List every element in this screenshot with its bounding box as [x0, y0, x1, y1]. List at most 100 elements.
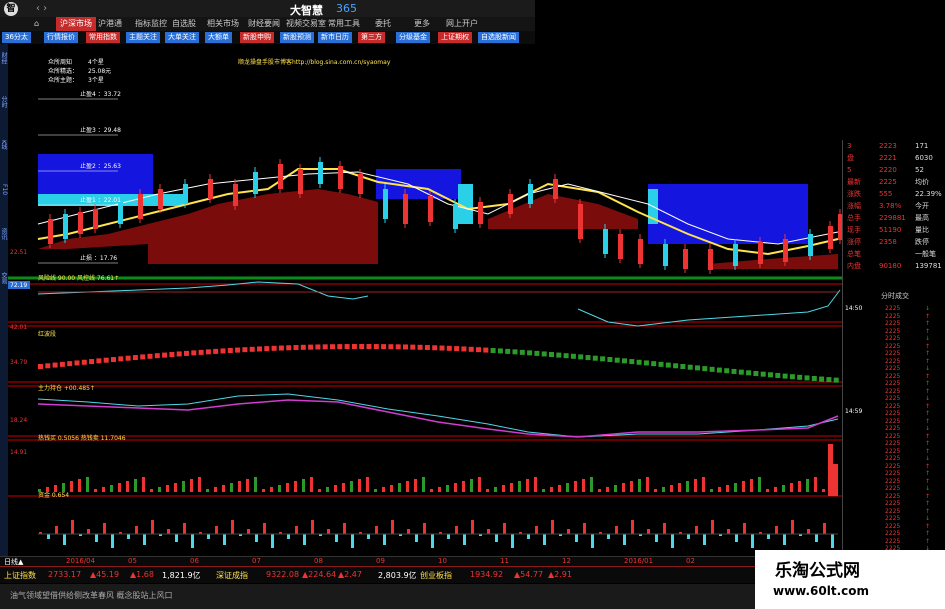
volume-bar — [174, 483, 177, 492]
quote-label: 内盘 — [847, 262, 861, 270]
candle — [663, 244, 668, 266]
tick-time: 14:59 — [845, 408, 863, 415]
flow-bar — [815, 534, 818, 542]
volume-bar — [134, 479, 137, 492]
side-tab[interactable]: 分时 — [0, 96, 8, 108]
menu-item[interactable]: 指标监控 — [131, 17, 171, 31]
toolbar-button[interactable]: 大单关注 — [165, 32, 199, 43]
wave-dot — [527, 350, 533, 356]
wave-dot — [636, 359, 642, 365]
volume-bar — [222, 485, 225, 492]
back-forward-buttons[interactable]: ‹ › — [36, 3, 47, 14]
stop-level-label: 止损 ：17.76 — [80, 254, 117, 262]
side-tab[interactable]: 交易 — [0, 272, 8, 284]
toolbar-button[interactable]: 自选股新闻 — [478, 32, 519, 43]
menu-item[interactable]: 沪港通 — [94, 17, 126, 31]
status-bar: 油气领域望借供给侧改革春风 概念股站上风口 — [0, 584, 755, 609]
volume-bar — [286, 483, 289, 492]
toolbar-button[interactable]: 36分太 — [2, 32, 31, 43]
menu-item[interactable]: 视频交易室 — [282, 17, 330, 31]
toolbar-button[interactable]: 第三方 — [358, 32, 385, 43]
toolbar-button[interactable]: 主题关注 — [126, 32, 160, 43]
stock-chart[interactable]: 众所周知 4个星众所精选： 25.08元众所主题： 3个星 顺龙操盘手股市博客http:… — [8, 44, 845, 556]
wave-dot — [702, 366, 708, 372]
candle — [453, 204, 458, 229]
volume-bar — [262, 489, 265, 492]
axis-label: 34.79 — [10, 359, 27, 366]
flow-bar — [71, 520, 74, 534]
quote-row: 总手 229881 最高 — [845, 212, 945, 224]
index-item: 9322.08 — [266, 570, 300, 579]
side-tab[interactable]: F10 — [0, 184, 8, 195]
toolbar-button[interactable]: 大额单 — [205, 32, 232, 43]
toolbar-button[interactable]: 分级基金 — [396, 32, 430, 43]
candle — [403, 194, 408, 224]
flow-bar — [367, 534, 370, 539]
volume-bar — [334, 485, 337, 492]
wave-dot — [264, 346, 270, 352]
volume-bar — [366, 477, 369, 492]
flow-bar — [687, 534, 690, 539]
quote-row: 现手 51190 量比 — [845, 224, 945, 236]
flow-bar — [783, 534, 786, 545]
menu-item[interactable]: 沪深市场 — [56, 17, 96, 31]
flow-bar — [111, 534, 114, 548]
volume-bar — [358, 479, 361, 492]
flow-bar — [631, 520, 634, 534]
flow-bar — [511, 534, 514, 548]
volume-bar — [742, 481, 745, 492]
time-label: 05 — [128, 557, 137, 565]
toolbar-button[interactable]: 上证期权 — [438, 32, 472, 43]
wave-dot — [461, 346, 467, 352]
side-tab[interactable]: K线 — [0, 140, 8, 150]
side-tab[interactable]: 财经 — [0, 52, 8, 64]
toolbar-button[interactable]: 常用指数 — [86, 32, 120, 43]
news-ticker[interactable]: 油气领域望借供给侧改革春风 概念股站上风口 — [10, 590, 173, 601]
flow-bar — [343, 523, 346, 534]
wave-dot — [337, 344, 343, 350]
side-tab[interactable]: 资讯 — [0, 228, 8, 240]
quote-row: 最新 2225 均价 — [845, 176, 945, 188]
wave-dot — [213, 348, 219, 354]
flow-bar — [695, 526, 698, 534]
menu-item[interactable]: ⌂ — [30, 17, 43, 31]
wave-dot — [833, 377, 839, 383]
wave-dot — [665, 362, 671, 368]
wave-dot — [205, 349, 211, 355]
volume-bar — [110, 485, 113, 492]
menu-item[interactable]: 更多 — [410, 17, 434, 31]
wave-dot — [614, 357, 620, 363]
index-item: 上证指数 — [4, 571, 36, 580]
volume-bar — [342, 483, 345, 492]
menu-item[interactable]: 网上开户 — [442, 17, 482, 31]
flow-bar — [543, 534, 546, 545]
wave-dot — [359, 344, 365, 349]
volume-bar — [374, 489, 377, 492]
toolbar-button[interactable]: 新股预测 — [280, 32, 314, 43]
volume-bar — [566, 483, 569, 492]
wave-dot — [344, 344, 350, 350]
toolbar-button[interactable]: 新市日历 — [318, 32, 352, 43]
toolbar-button[interactable]: 新股申购 — [240, 32, 274, 43]
wave-dot — [395, 344, 401, 350]
wave-dot — [724, 368, 730, 374]
menu-item[interactable]: 常用工具 — [324, 17, 364, 31]
toolbar-button[interactable]: 行情报价 — [44, 32, 78, 43]
index-item: ▲2.91 — [548, 570, 572, 579]
menu-item[interactable]: 委托 — [371, 17, 395, 31]
wave-dot — [819, 376, 825, 382]
wave-dot — [512, 349, 518, 355]
quote-extra: 量比 — [915, 226, 929, 234]
flow-bar — [735, 534, 738, 542]
axis-label: 42.01 — [10, 324, 27, 331]
candle — [528, 184, 533, 204]
quote-extra: 22.39% — [915, 190, 942, 198]
volume-bar — [766, 489, 769, 492]
menu-item[interactable]: 相关市场 — [203, 17, 243, 31]
quote-row: 3 2223 171 — [845, 140, 945, 152]
flow-bar — [207, 534, 210, 539]
volume-bar — [822, 489, 825, 492]
menu-item[interactable]: 财经要闻 — [244, 17, 284, 31]
wave-dot — [154, 353, 160, 359]
menu-item[interactable]: 自选股 — [168, 17, 200, 31]
